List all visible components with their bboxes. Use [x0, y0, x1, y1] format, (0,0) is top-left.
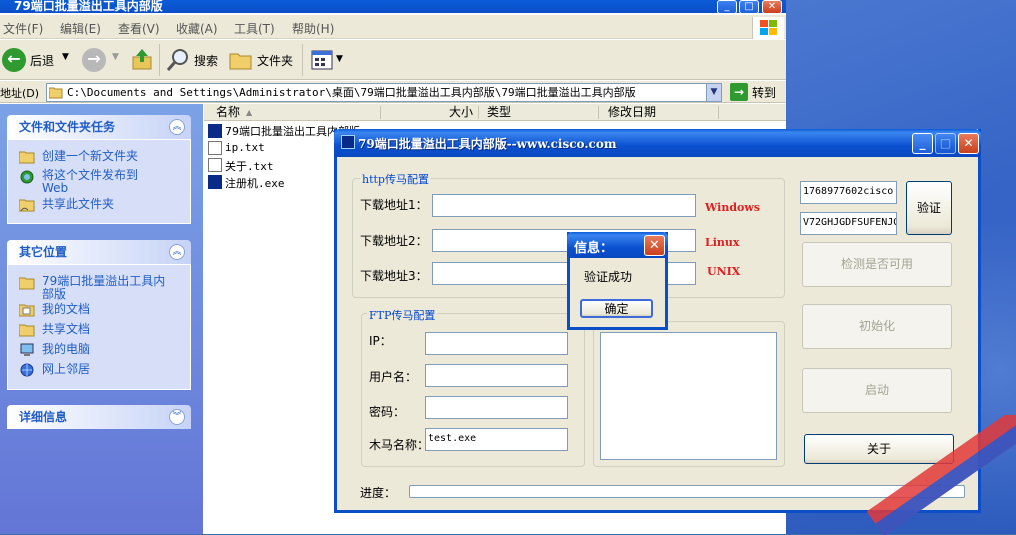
- ftp-user-input[interactable]: [425, 364, 568, 387]
- views-icon[interactable]: [311, 50, 333, 70]
- menu-help[interactable]: 帮助(H): [292, 20, 334, 37]
- maximize-button[interactable]: □: [739, 0, 759, 14]
- my-computer-icon: [19, 343, 35, 357]
- linux-label: Linux: [705, 236, 740, 249]
- ok-button[interactable]: 确定: [580, 299, 653, 318]
- ftp-password-label: 密码：: [369, 405, 406, 419]
- menu-file[interactable]: 文件(F): [3, 20, 43, 37]
- menu-tools[interactable]: 工具(T): [234, 20, 275, 37]
- check-button[interactable]: 检测是否可用: [802, 242, 952, 287]
- exe-file-icon: [208, 175, 222, 189]
- download-url-1-input[interactable]: [432, 194, 696, 217]
- download-url-2-label: 下载地址2：: [360, 234, 428, 248]
- address-input[interactable]: C:\Documents and Settings\Administrator\…: [46, 83, 722, 102]
- place-my-computer[interactable]: 我的电脑: [42, 343, 187, 356]
- task-new-folder[interactable]: 创建一个新文件夹: [42, 150, 187, 163]
- column-name[interactable]: 名称: [216, 105, 240, 120]
- folders-icon[interactable]: [229, 49, 253, 71]
- unix-label: UNIX: [707, 265, 741, 278]
- place-my-documents[interactable]: 我的文档: [42, 303, 187, 316]
- forward-dropdown-icon[interactable]: ▼: [112, 52, 119, 62]
- reg-code-2-input[interactable]: V72GHJGDFSUFENJG: [800, 212, 897, 235]
- start-button[interactable]: 启动: [802, 368, 952, 413]
- app-minimize-button[interactable]: _: [912, 133, 933, 154]
- watermark-logo: [866, 415, 1016, 535]
- task-publish-web[interactable]: 将这个文件发布到 Web: [42, 169, 162, 195]
- place-network[interactable]: 网上邻居: [42, 363, 187, 376]
- other-places-header[interactable]: 其它位置: [7, 240, 191, 264]
- back-dropdown-icon[interactable]: ▼: [62, 52, 69, 62]
- http-group-title: http传马配置: [360, 171, 431, 187]
- exe-file-icon: [208, 124, 222, 138]
- reg-code-1-input[interactable]: 1768977602cisco: [800, 181, 897, 204]
- windows-label: Windows: [705, 201, 761, 214]
- menu-favorites[interactable]: 收藏(A): [176, 20, 218, 37]
- folder-icon: [48, 86, 63, 99]
- column-type[interactable]: 类型: [487, 105, 511, 120]
- go-button[interactable]: 转到: [752, 84, 776, 101]
- place-tool-folder[interactable]: 79端口批量溢出工具内部版: [42, 275, 172, 301]
- network-places-icon: [19, 363, 35, 377]
- app-title: 79端口批量溢出工具内部版--www.cisco.com: [358, 137, 617, 151]
- details-header[interactable]: 详细信息: [7, 405, 191, 429]
- message-close-button[interactable]: ✕: [644, 235, 665, 256]
- init-button[interactable]: 初始化: [802, 304, 952, 349]
- ftp-password-input[interactable]: [425, 396, 568, 419]
- menu-view[interactable]: 查看(V): [118, 20, 160, 37]
- publish-web-icon: [19, 170, 35, 184]
- app-maximize-button[interactable]: □: [935, 133, 956, 154]
- file-item[interactable]: 注册机.exe: [225, 175, 285, 191]
- progress-label: 进度：: [360, 486, 397, 500]
- search-icon[interactable]: [166, 48, 190, 72]
- app-close-button[interactable]: ✕: [958, 133, 979, 154]
- address-dropdown-icon[interactable]: ▼: [706, 84, 721, 101]
- file-tasks-header[interactable]: 文件和文件夹任务: [7, 115, 191, 139]
- forward-arrow-icon[interactable]: →: [82, 48, 106, 72]
- minimize-button[interactable]: _: [717, 0, 737, 14]
- up-folder-icon[interactable]: [131, 47, 153, 71]
- message-box-title: 信息：: [574, 241, 614, 256]
- trojan-name-input[interactable]: test.exe: [425, 428, 568, 451]
- my-documents-icon: [18, 303, 35, 317]
- column-size[interactable]: 大小: [449, 105, 473, 120]
- collapse-chevron-icon[interactable]: ︽: [169, 244, 185, 260]
- message-text: 验证成功: [584, 270, 633, 284]
- place-shared-documents[interactable]: 共享文档: [42, 323, 187, 336]
- views-dropdown-icon[interactable]: ▼: [336, 54, 343, 64]
- app-icon: [341, 135, 355, 149]
- address-label: 地址(D): [0, 87, 40, 100]
- download-url-1-label: 下载地址1：: [360, 198, 428, 212]
- search-button[interactable]: 搜索: [194, 52, 218, 69]
- ftp-group-title: FTP传马配置: [367, 307, 438, 323]
- menu-edit[interactable]: 编辑(E): [60, 20, 101, 37]
- explorer-title: 79端口批量溢出工具内部版: [0, 0, 786, 13]
- back-button[interactable]: 后退: [30, 52, 54, 69]
- verify-button[interactable]: 验证: [906, 181, 952, 235]
- expand-chevron-icon[interactable]: ︾: [169, 409, 185, 425]
- text-file-icon: [208, 158, 222, 172]
- folder-icon: [18, 276, 35, 290]
- log-textarea[interactable]: [600, 332, 777, 460]
- task-share-folder[interactable]: 共享此文件夹: [42, 198, 187, 211]
- folders-button[interactable]: 文件夹: [257, 52, 293, 69]
- ftp-user-label: 用户名：: [369, 370, 418, 384]
- share-folder-icon: [18, 198, 35, 212]
- text-file-icon: [208, 141, 222, 155]
- collapse-chevron-icon[interactable]: ︽: [169, 119, 185, 135]
- new-folder-icon: [18, 150, 35, 164]
- sort-up-icon: ▲: [246, 108, 253, 117]
- trojan-name-label: 木马名称：: [369, 438, 430, 452]
- shared-documents-icon: [18, 323, 35, 337]
- go-arrow-icon[interactable]: →: [730, 83, 748, 101]
- column-modified[interactable]: 修改日期: [608, 105, 656, 120]
- close-button[interactable]: ✕: [762, 0, 782, 14]
- file-item[interactable]: ip.txt: [225, 141, 265, 154]
- back-arrow-icon[interactable]: ←: [2, 48, 26, 72]
- ftp-ip-label: IP：: [369, 334, 392, 348]
- windows-logo-icon: [752, 17, 784, 39]
- download-url-3-label: 下载地址3：: [360, 269, 428, 283]
- ftp-ip-input[interactable]: [425, 332, 568, 355]
- file-item[interactable]: 关于.txt: [225, 158, 274, 174]
